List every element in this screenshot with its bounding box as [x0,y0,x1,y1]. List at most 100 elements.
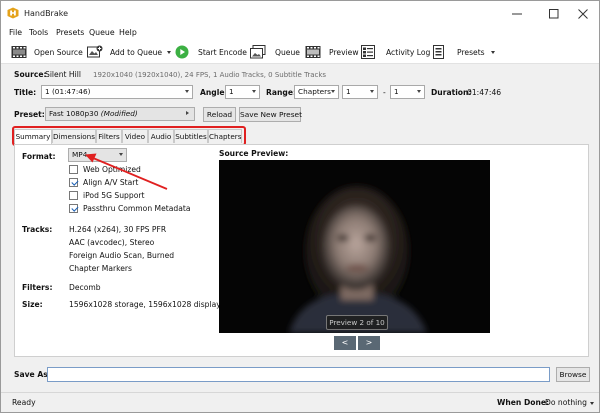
menu-help[interactable]: Help [119,28,137,37]
add-to-queue-label: Add to Queue [110,47,163,57]
menu-queue[interactable]: Queue [89,28,115,37]
browse-button[interactable]: Browse [556,367,590,382]
menu-file[interactable]: File [9,28,22,37]
close-icon [577,8,588,19]
film-strip-icon [305,46,321,58]
play-icon [175,45,189,59]
add-to-queue-button[interactable]: Add to Queue [87,43,172,61]
when-done-label: When Done: [497,398,550,407]
when-done-select[interactable]: Do nothing [545,398,595,407]
presets-dropdown-icon[interactable] [490,50,495,54]
range-end-value: 1 [394,87,399,96]
angle-select-value: 1 [229,87,234,96]
tabs-highlight-annotation [12,126,246,146]
queue-label: Queue [275,47,300,57]
source-preview-label: Source Preview: [219,149,289,158]
passthru-metadata-label: Passthru Common Metadata [83,204,191,213]
start-encode-label: Start Encode [198,47,247,57]
range-type-select[interactable]: Chapters [294,85,339,99]
size-value: 1596x1028 storage, 1596x1028 display [69,300,221,309]
ipod-5g-support-checkbox[interactable] [69,191,78,200]
duration-label: Duration: [431,88,472,97]
passthru-metadata-checkbox[interactable] [69,204,78,213]
close-window-button[interactable] [566,1,599,26]
save-as-label: Save As: [14,370,51,379]
status-text: Ready [12,398,36,407]
range-end-select[interactable]: 1 [390,85,425,99]
status-bar: Ready When Done: Do nothing [1,392,599,412]
preview-label: Preview [329,47,359,57]
activity-log-icon [361,45,375,59]
preview-counter-badge: Preview 2 of 10 [326,315,388,330]
presets-icon [433,45,444,59]
title-bar: HandBrake [1,1,599,26]
range-end-chevron-down-icon [417,90,421,93]
tracks-label: Tracks: [22,225,53,234]
track-item: Foreign Audio Scan, Burned [69,251,175,260]
queue-button[interactable]: Queue [250,43,300,61]
web-optimized-checkbox[interactable] [69,165,78,174]
preset-chevron-right-icon [186,111,191,115]
activity-log-button[interactable]: Activity Log [361,43,430,61]
when-done-value: Do nothing [545,398,587,407]
duration-value: 01:47:46 [467,88,502,97]
source-details: 1920x1040 (1920x1040), 24 FPS, 1 Audio T… [93,70,327,79]
minimize-icon [511,13,522,14]
menu-tools[interactable]: Tools [29,28,48,37]
save-new-preset-button[interactable]: Save New Preset [239,107,302,122]
title-select[interactable]: 1 (01:47:46) [41,85,193,99]
maximize-icon [548,8,558,18]
minimize-button[interactable] [500,1,533,26]
preset-select[interactable]: Fast 1080p30 (Modified) [45,107,195,121]
activity-log-label: Activity Log [386,47,431,57]
range-separator: - [383,88,386,97]
size-label: Size: [22,300,43,309]
track-item: AAC (avcodec), Stereo [69,238,155,247]
add-queue-dropdown-icon[interactable] [167,50,172,54]
open-source-label: Open Source [34,47,83,57]
format-label: Format: [22,152,56,161]
add-queue-icon [87,45,103,58]
range-type-chevron-down-icon [331,90,335,93]
title-label: Title: [14,88,37,97]
title-chevron-down-icon [185,90,189,93]
angle-label: Angle: [200,88,228,97]
preset-label: Preset: [14,110,45,119]
track-item: H.264 (x264), 30 FPS PFR [69,225,167,234]
window-title: HandBrake [24,9,69,18]
align-av-start-checkbox[interactable] [69,178,78,187]
source-label: Source: [14,70,47,79]
preview-frame-image [219,160,490,333]
open-source-button[interactable]: Open Source [11,43,83,61]
handbrake-window: HandBrake File Tools Presets Queue Help … [0,0,600,413]
when-done-chevron-down-icon [590,401,595,405]
next-preview-button[interactable]: > [358,336,380,350]
presets-label: Presets [457,47,485,57]
range-label: Range: [266,88,297,97]
save-as-input[interactable] [47,367,550,382]
start-encode-button[interactable]: Start Encode [175,43,247,61]
range-start-chevron-down-icon [370,90,374,93]
source-preview-image [219,160,490,333]
reload-button[interactable]: Reload [203,107,236,122]
filters-value: Decomb [69,283,101,292]
preset-modified: (Modified) [100,109,138,118]
menu-presets[interactable]: Presets [56,28,84,37]
film-icon [11,46,27,58]
annotation-arrow-icon [85,153,168,190]
angle-select[interactable]: 1 [225,85,260,99]
source-name: Silent Hill [45,70,81,79]
range-start-select[interactable]: 1 [342,85,378,99]
track-item: Chapter Markers [69,264,132,273]
angle-chevron-down-icon [252,90,256,93]
handbrake-logo-icon [7,7,19,19]
previous-preview-button[interactable]: < [334,336,356,350]
toolbar: Open Source Add to Queue Start Encode Qu… [1,40,599,64]
title-select-value: 1 (01:47:46) [45,87,91,96]
range-start-value: 1 [346,87,351,96]
preview-button[interactable]: Preview [305,43,359,61]
preset-value: Fast 1080p30 [49,109,99,118]
menu-bar: File Tools Presets Queue Help [1,26,599,40]
presets-button[interactable]: Presets [432,43,495,61]
range-type-value: Chapters [298,87,331,96]
